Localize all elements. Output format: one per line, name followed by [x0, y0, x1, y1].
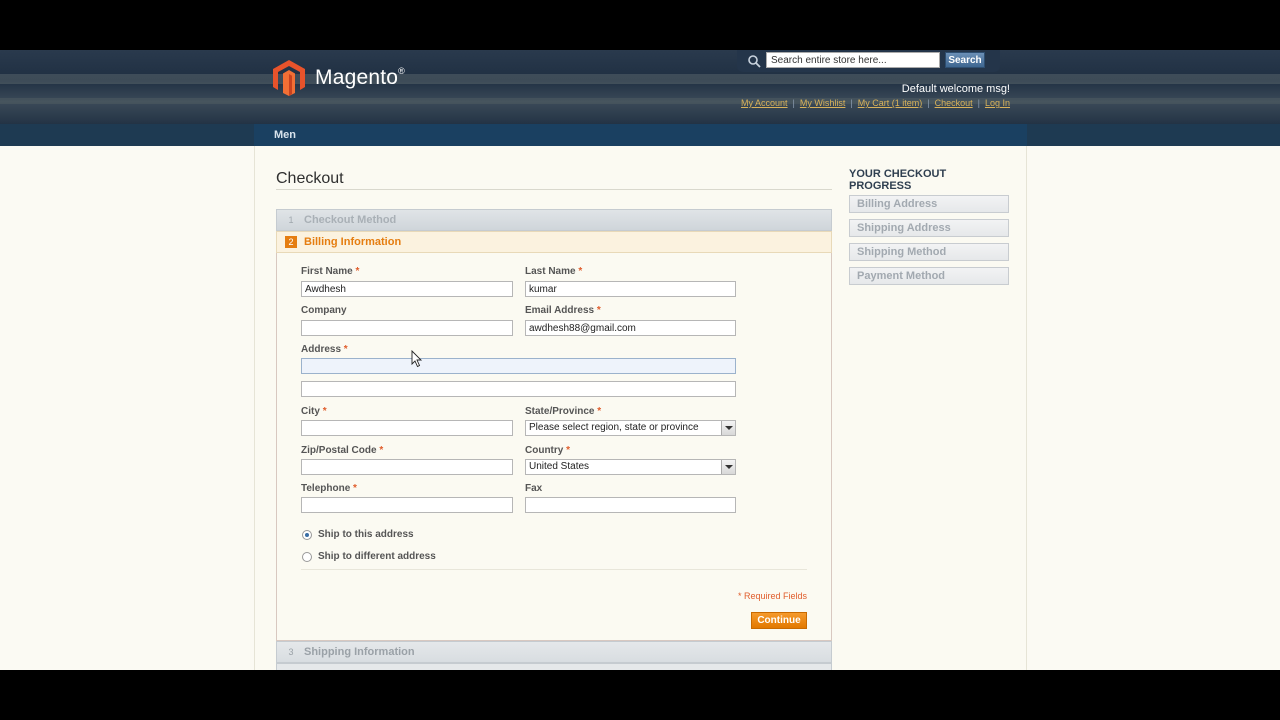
- progress-billing-address: Billing Address: [849, 195, 1009, 213]
- city-label: City *: [301, 406, 327, 417]
- step-label: Billing Information: [304, 236, 402, 248]
- progress-shipping-address: Shipping Address: [849, 219, 1009, 237]
- state-select[interactable]: Please select region, state or province: [525, 420, 736, 436]
- divider: [276, 189, 832, 190]
- checkout-page: Checkout 1 Checkout Method 2 Billing Inf…: [254, 146, 1027, 670]
- chevron-down-icon[interactable]: [721, 460, 735, 474]
- browser-viewport: Magento® Search Default welcome msg! My …: [0, 50, 1280, 670]
- email-field[interactable]: [525, 320, 736, 336]
- zip-label: Zip/Postal Code *: [301, 445, 384, 456]
- mouse-cursor-icon: [411, 350, 423, 368]
- state-select-value: Please select region, state or province: [529, 422, 699, 433]
- search-box: Search: [737, 50, 1000, 72]
- page-title: Checkout: [276, 170, 344, 187]
- step-number: 2: [285, 236, 297, 248]
- step-number: 3: [288, 647, 294, 657]
- welcome-message: Default welcome msg!: [901, 83, 1010, 95]
- billing-form: First Name * Last Name * Company Email A…: [276, 253, 832, 641]
- step-number: 1: [288, 215, 294, 225]
- telephone-field[interactable]: [301, 497, 513, 513]
- ship-to-this-address-label[interactable]: Ship to this address: [318, 529, 414, 540]
- ship-to-different-address-label[interactable]: Ship to different address: [318, 551, 436, 562]
- first-name-label: First Name *: [301, 266, 360, 277]
- main-nav: Men: [0, 124, 1280, 146]
- checkout-progress: YOUR CHECKOUT PROGRESS Billing Address S…: [849, 168, 1009, 291]
- nav-item-men[interactable]: Men: [274, 129, 296, 141]
- company-label: Company: [301, 305, 347, 316]
- step-billing-information[interactable]: 2 Billing Information: [276, 231, 832, 253]
- progress-payment-method: Payment Method: [849, 267, 1009, 285]
- logo[interactable]: Magento®: [273, 60, 405, 96]
- progress-shipping-method: Shipping Method: [849, 243, 1009, 261]
- last-name-field[interactable]: [525, 281, 736, 297]
- country-select[interactable]: United States: [525, 459, 736, 475]
- company-field[interactable]: [301, 320, 513, 336]
- ship-to-this-address-radio[interactable]: [302, 530, 312, 540]
- log-in-link[interactable]: Log In: [985, 98, 1010, 108]
- magento-logo-icon: [273, 60, 305, 96]
- country-label: Country *: [525, 445, 571, 456]
- step-label: Checkout Method: [304, 214, 397, 226]
- divider: [301, 569, 807, 570]
- state-label: State/Province *: [525, 406, 602, 417]
- address-line1-field[interactable]: [301, 358, 736, 374]
- top-links: My Account | My Wishlist | My Cart (1 item) |…: [741, 98, 1010, 108]
- step-label: Shipping Information: [304, 646, 415, 658]
- required-fields-note: * Required Fields: [737, 591, 807, 601]
- telephone-label: Telephone *: [301, 483, 357, 494]
- step-checkout-method[interactable]: 1 Checkout Method: [276, 209, 832, 231]
- address-line2-field[interactable]: [301, 381, 736, 397]
- my-wishlist-link[interactable]: My Wishlist: [800, 98, 846, 108]
- chevron-down-icon[interactable]: [721, 421, 735, 435]
- site-header: Magento® Search Default welcome msg! My …: [0, 50, 1280, 124]
- continue-button[interactable]: Continue: [751, 612, 807, 629]
- last-name-label: Last Name *: [525, 266, 583, 277]
- logo-text: Magento®: [315, 66, 405, 89]
- progress-title: YOUR CHECKOUT PROGRESS: [849, 168, 947, 192]
- step-shipping-information[interactable]: 3 Shipping Information: [276, 641, 832, 663]
- search-button[interactable]: Search: [945, 52, 985, 68]
- first-name-field[interactable]: [301, 281, 513, 297]
- ship-to-different-address-radio[interactable]: [302, 552, 312, 562]
- fax-label: Fax: [525, 483, 543, 494]
- search-icon: [748, 55, 761, 68]
- checkout-link[interactable]: Checkout: [935, 98, 973, 108]
- email-label: Email Address *: [525, 305, 601, 316]
- country-select-value: United States: [529, 461, 590, 472]
- city-field[interactable]: [301, 420, 513, 436]
- address-label: Address *: [301, 344, 348, 355]
- zip-field[interactable]: [301, 459, 513, 475]
- my-cart-link[interactable]: My Cart (1 item): [858, 98, 923, 108]
- step-next-partial: [276, 663, 832, 670]
- my-account-link[interactable]: My Account: [741, 98, 788, 108]
- fax-field[interactable]: [525, 497, 736, 513]
- search-input[interactable]: [766, 52, 940, 68]
